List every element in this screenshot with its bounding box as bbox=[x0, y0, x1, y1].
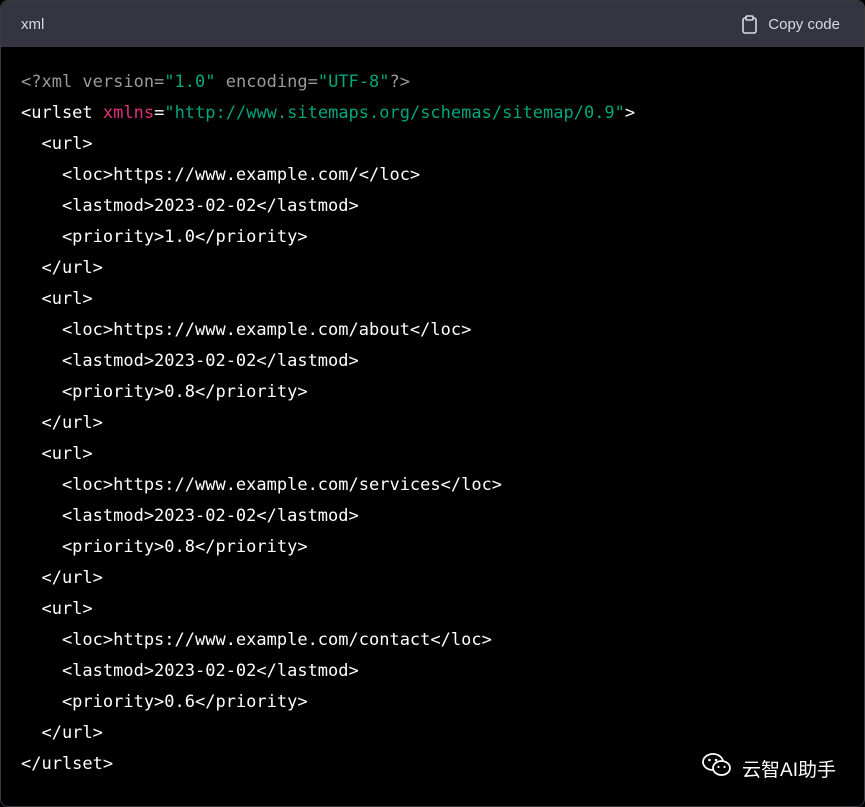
code-line: <priority>0.6</priority> bbox=[21, 687, 635, 718]
code-token: <lastmod>2023-02-02</lastmod> bbox=[21, 196, 359, 216]
code-token: <lastmod>2023-02-02</lastmod> bbox=[21, 506, 359, 526]
code-token: <priority>1.0</priority> bbox=[21, 227, 308, 247]
code-block-header: xml Copy code bbox=[1, 1, 864, 47]
code-line: <urlset xmlns="http://www.sitemaps.org/s… bbox=[21, 98, 635, 129]
code-token: <url> bbox=[21, 134, 93, 154]
watermark-text: 云智AI助手 bbox=[742, 759, 836, 781]
code-token: <urlset bbox=[21, 103, 103, 123]
code-token: <lastmod>2023-02-02</lastmod> bbox=[21, 351, 359, 371]
code-token: encoding= bbox=[215, 72, 318, 92]
code-token: </url> bbox=[21, 723, 103, 743]
code-token: ?> bbox=[389, 72, 410, 92]
code-token: <url> bbox=[21, 289, 93, 309]
code-token: <loc>https://www.example.com/services</l… bbox=[21, 475, 503, 495]
code-line: <lastmod>2023-02-02</lastmod> bbox=[21, 191, 635, 222]
code-line: <loc>https://www.example.com/about</loc> bbox=[21, 315, 635, 346]
code-line: <url> bbox=[21, 129, 635, 160]
code-line: <?xml version="1.0" encoding="UTF-8"?> bbox=[21, 67, 635, 98]
wechat-icon bbox=[702, 752, 732, 784]
language-label: xml bbox=[21, 15, 45, 33]
code-line: <url> bbox=[21, 284, 635, 315]
clipboard-icon bbox=[741, 14, 758, 34]
code-line: <lastmod>2023-02-02</lastmod> bbox=[21, 501, 635, 532]
code-token: <loc>https://www.example.com/contact</lo… bbox=[21, 630, 492, 650]
code-token: <url> bbox=[21, 444, 93, 464]
code-token: </url> bbox=[21, 413, 103, 433]
code-token: <priority>0.6</priority> bbox=[21, 692, 308, 712]
code-line: </url> bbox=[21, 408, 635, 439]
code-token: "http://www.sitemaps.org/schemas/sitemap… bbox=[164, 103, 625, 123]
code-line: </url> bbox=[21, 718, 635, 749]
code-content: <?xml version="1.0" encoding="UTF-8"?> <u… bbox=[21, 67, 635, 780]
code-line: </url> bbox=[21, 563, 635, 594]
copy-code-button[interactable]: Copy code bbox=[741, 14, 840, 34]
code-token: <lastmod>2023-02-02</lastmod> bbox=[21, 661, 359, 681]
code-line: <loc>https://www.example.com/services</l… bbox=[21, 470, 635, 501]
code-line: <loc>https://www.example.com/</loc> bbox=[21, 160, 635, 191]
code-line: <priority>0.8</priority> bbox=[21, 377, 635, 408]
code-token: </url> bbox=[21, 568, 103, 588]
code-token: <loc>https://www.example.com/about</loc> bbox=[21, 320, 472, 340]
code-token: <priority>0.8</priority> bbox=[21, 382, 308, 402]
code-token: <loc>https://www.example.com/</loc> bbox=[21, 165, 421, 185]
code-line: <url> bbox=[21, 594, 635, 625]
code-line: <priority>0.8</priority> bbox=[21, 532, 635, 563]
code-token: <?xml version= bbox=[21, 72, 165, 92]
code-token: <url> bbox=[21, 599, 93, 619]
code-token: "1.0" bbox=[164, 72, 216, 92]
code-line: <lastmod>2023-02-02</lastmod> bbox=[21, 656, 635, 687]
code-token: </url> bbox=[21, 258, 103, 278]
code-token: = bbox=[154, 103, 165, 123]
code-line: </urlset> bbox=[21, 749, 635, 780]
code-line: <lastmod>2023-02-02</lastmod> bbox=[21, 346, 635, 377]
code-line: </url> bbox=[21, 253, 635, 284]
code-line: <url> bbox=[21, 439, 635, 470]
copy-code-label: Copy code bbox=[768, 15, 840, 33]
code-line: <priority>1.0</priority> bbox=[21, 222, 635, 253]
code-token: xmlns bbox=[102, 103, 155, 123]
watermark: 云智AI助手 bbox=[702, 752, 836, 784]
code-token: </urlset> bbox=[21, 754, 114, 774]
code-token: <priority>0.8</priority> bbox=[21, 537, 308, 557]
code-token: "UTF-8" bbox=[317, 72, 390, 92]
code-token: > bbox=[624, 103, 636, 123]
code-line: <loc>https://www.example.com/contact</lo… bbox=[21, 625, 635, 656]
code-block: xml Copy code <?xml version="1.0" encodi… bbox=[0, 0, 865, 807]
